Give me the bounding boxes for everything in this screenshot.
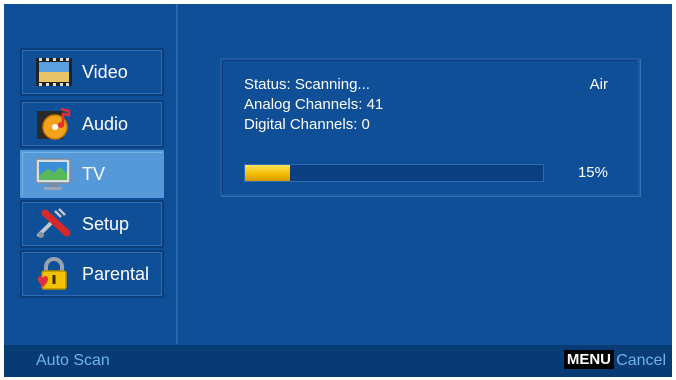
padlock-icon <box>34 256 74 292</box>
tv-icon <box>34 156 74 192</box>
menu-item-parental[interactable]: Parental <box>20 250 164 298</box>
main-menu-sidebar: Video Audio TV Setup Parental <box>4 4 178 344</box>
menu-key-hint[interactable]: MENU <box>563 350 614 369</box>
scan-progress-fill <box>245 165 290 181</box>
scan-status-panel: Status: Scanning... Air Analog Channels:… <box>220 58 640 196</box>
analog-channels-count: Analog Channels: 41 <box>244 96 384 113</box>
menu-item-audio[interactable]: Audio <box>20 100 164 148</box>
film-icon <box>34 54 74 90</box>
menu-item-video[interactable]: Video <box>20 48 164 96</box>
scan-status-text: Status: Scanning... <box>244 76 370 93</box>
menu-item-tv[interactable]: TV <box>20 150 164 198</box>
scan-mode-value: Air <box>589 76 608 93</box>
cancel-hint[interactable]: Cancel <box>616 352 666 370</box>
menu-item-label: TV <box>82 163 106 184</box>
tools-icon <box>34 206 74 242</box>
digital-channels-count: Digital Channels: 0 <box>244 116 370 133</box>
menu-item-label: Parental <box>82 263 150 284</box>
scan-progress-bar <box>244 164 544 182</box>
screen-title: Auto Scan <box>36 352 110 369</box>
footer-bar: Auto Scan MENU Cancel <box>4 345 672 377</box>
music-disc-icon <box>34 106 74 142</box>
scan-progress-percent: 15% <box>577 164 608 181</box>
menu-item-setup[interactable]: Setup <box>20 200 164 248</box>
menu-item-label: Audio <box>82 113 129 134</box>
menu-item-label: Setup <box>82 213 130 234</box>
tv-menu-screen: Video Audio TV Setup Parental Status: Sc… <box>4 4 672 377</box>
menu-item-label: Video <box>82 61 128 82</box>
